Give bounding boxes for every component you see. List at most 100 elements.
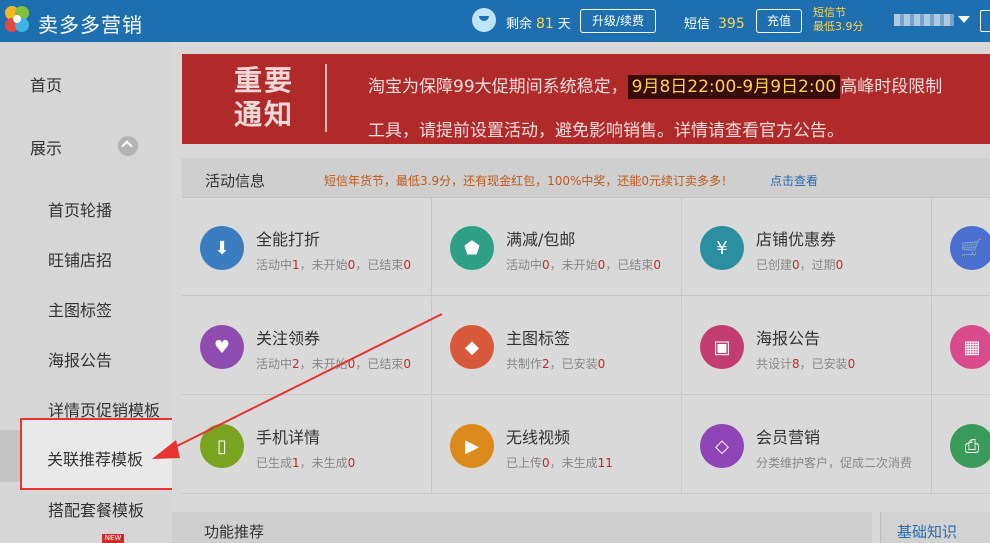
card-main-image-tag[interactable]: ◆ 主图标签 共制作2，已安装0 (432, 297, 682, 395)
tag-icon: ◆ (450, 325, 494, 369)
card-name: 手机详情 (256, 428, 321, 447)
notice-title-line2: 通知 (234, 98, 295, 131)
important-notice-banner: 重要 通知 淘宝为保障99大促期间系统稳定， 9月8日22:00-9月9日2:00… (182, 54, 990, 144)
status-value: 0 (653, 258, 661, 272)
card-name: 店铺优惠券 (756, 230, 837, 249)
basics-tab[interactable]: 基础知识 (880, 512, 990, 543)
notice-divider (325, 64, 327, 132)
header-extra-button[interactable] (980, 10, 990, 32)
card-status: 活动中2，未开始0，已结束0 (256, 355, 411, 372)
status-label: 已创建 (756, 258, 793, 272)
status-label: ，未生成 (549, 456, 598, 470)
username-blurred[interactable] (894, 14, 954, 26)
card-name: 满减/包邮 (506, 230, 576, 249)
sidebar-item-label: 主图标签 (48, 301, 113, 320)
sidebar-item-label: 搭配套餐模板 (48, 501, 145, 520)
status-value: 0 (847, 357, 856, 371)
status-label: ，未生成 (299, 456, 348, 470)
status-value: 0 (835, 258, 844, 272)
mobile-phone-icon: ▯ (200, 424, 244, 468)
notice-title-line1: 重要 (234, 64, 295, 97)
sms-count: 395 (718, 16, 745, 32)
status-label: ，已结束 (355, 357, 404, 371)
heart-ticket-icon: ♥ (200, 325, 244, 369)
status-label: ，已结束 (355, 258, 404, 272)
main-content: 重要 通知 淘宝为保障99大促期间系统稳定， 9月8日22:00-9月9日2:00… (172, 42, 990, 543)
card-printer-partial[interactable]: ⎙ (932, 396, 990, 494)
festival-line1: 短信节 (813, 6, 846, 19)
sidebar-item-label: 旺铺店招 (48, 251, 113, 270)
gift-box-icon: ⬟ (450, 226, 494, 270)
sidebar-item-related-recommend-template[interactable]: 关联推荐模板 (20, 418, 196, 490)
status-label: 活动中 (506, 258, 543, 272)
status-value: 2 (292, 357, 300, 371)
notice-text-line1: 淘宝为保障99大促期间系统稳定， 9月8日22:00-9月9日2:00 高峰时段限制 (368, 72, 943, 99)
card-name: 海报公告 (756, 329, 821, 348)
card-discount[interactable]: ⬇ 全能打折 活动中1，未开始0，已结束0 (182, 198, 432, 296)
card-follow-coupon[interactable]: ♥ 关注领券 活动中2，未开始0，已结束0 (182, 297, 432, 395)
remaining-days: 剩余 81 天 (506, 13, 571, 32)
sms-festival-link[interactable]: 短信节 最低3.9分 (813, 6, 864, 34)
card-shop-coupon[interactable]: ¥ 店铺优惠券 已创建0，过期0 (682, 198, 932, 296)
logo-icon (5, 6, 29, 32)
card-status: 共制作2，已安装0 (506, 355, 605, 372)
basics-title: 基础知识 (897, 523, 958, 541)
notice-text-before: 淘宝为保障99大促期间系统稳定， (368, 77, 628, 97)
status-value: 0 (792, 258, 800, 272)
status-value: 0 (403, 258, 411, 272)
card-name: 无线视频 (506, 428, 571, 447)
status-label: ，过期 (799, 258, 836, 272)
card-name: 主图标签 (506, 329, 571, 348)
card-member-marketing[interactable]: ◇ 会员营销 分类维护客户，促成二次消费 (682, 396, 932, 494)
card-status: 活动中0，未开始0，已结束0 (506, 256, 661, 273)
sidebar-item-label: 海报公告 (48, 351, 113, 370)
feature-recommend-header: 功能推荐 (172, 512, 872, 543)
status-value: 1 (292, 456, 300, 470)
status-label: ，未开始 (299, 258, 348, 272)
card-mobile-detail[interactable]: ▯ 手机详情 已生成1，未生成0 (182, 396, 432, 494)
status-value: 8 (792, 357, 800, 371)
status-value: 0 (542, 456, 550, 470)
card-status: 已生成1，未生成0 (256, 454, 355, 471)
grid-icon: ▦ (950, 325, 990, 369)
activity-title: 活动信息 (205, 172, 266, 190)
card-name: 会员营销 (756, 428, 821, 447)
chevron-up-icon[interactable] (118, 136, 138, 156)
activity-promo-text: 短信年货节，最低3.9分，还有现金红包，100%中奖，还能0元续订卖多多！ (324, 174, 734, 188)
video-camera-icon: ▶ (450, 424, 494, 468)
status-value: 0 (542, 258, 550, 272)
card-poster-notice[interactable]: ▣ 海报公告 共设计8，已安装0 (682, 297, 932, 395)
status-value: 0 (403, 357, 411, 371)
card-status: 已上传0，未生成11 (506, 454, 613, 471)
top-header: 卖多多营销 剩余 81 天 升级/续费 短信 395 充值 短信节 最低3.9分 (0, 0, 990, 42)
promo-link[interactable]: 点击查看 (770, 172, 818, 189)
chevron-down-icon[interactable] (958, 16, 970, 23)
card-wireless-video[interactable]: ▶ 无线视频 已上传0，未生成11 (432, 396, 682, 494)
sidebar-item-label: 首页 (30, 76, 63, 95)
printer-icon: ⎙ (950, 424, 990, 468)
status-label: ，未开始 (299, 357, 348, 371)
feature-title: 功能推荐 (204, 523, 265, 541)
download-arrow-icon: ⬇ (200, 226, 244, 270)
festival-line2: 最低3.9分 (813, 20, 864, 33)
sms-label: 短信 (684, 17, 711, 32)
notice-text-after: 高峰时段限制 (840, 77, 943, 97)
card-status: 已创建0，过期0 (756, 256, 843, 273)
card-status: 活动中1，未开始0，已结束0 (256, 256, 411, 273)
recharge-button[interactable]: 充值 (756, 9, 802, 33)
card-status: 分类维护客户，促成二次消费 (756, 456, 913, 470)
card-cart-partial[interactable]: 🛒 (932, 198, 990, 296)
sidebar-item-label: 首页轮播 (48, 201, 113, 220)
diamond-icon: ◇ (700, 424, 744, 468)
card-full-reduction[interactable]: ⬟ 满减/包邮 活动中0，未开始0，已结束0 (432, 198, 682, 296)
card-grid-partial[interactable]: ▦ (932, 297, 990, 395)
sms-balance: 短信 395 (684, 13, 745, 32)
notice-text-line2: 工具，请提前设置活动，避免影响销售。详情请查看官方公告。 (368, 121, 844, 141)
upgrade-button[interactable]: 升级/续费 (580, 9, 656, 33)
notice-highlight-time: 9月8日22:00-9月9日2:00 (627, 75, 841, 99)
image-icon: ▣ (700, 325, 744, 369)
remain-days-value: 81 (536, 16, 554, 32)
status-label: 活动中 (256, 258, 293, 272)
card-name: 全能打折 (256, 230, 321, 249)
notice-title: 重要 通知 (234, 64, 294, 132)
